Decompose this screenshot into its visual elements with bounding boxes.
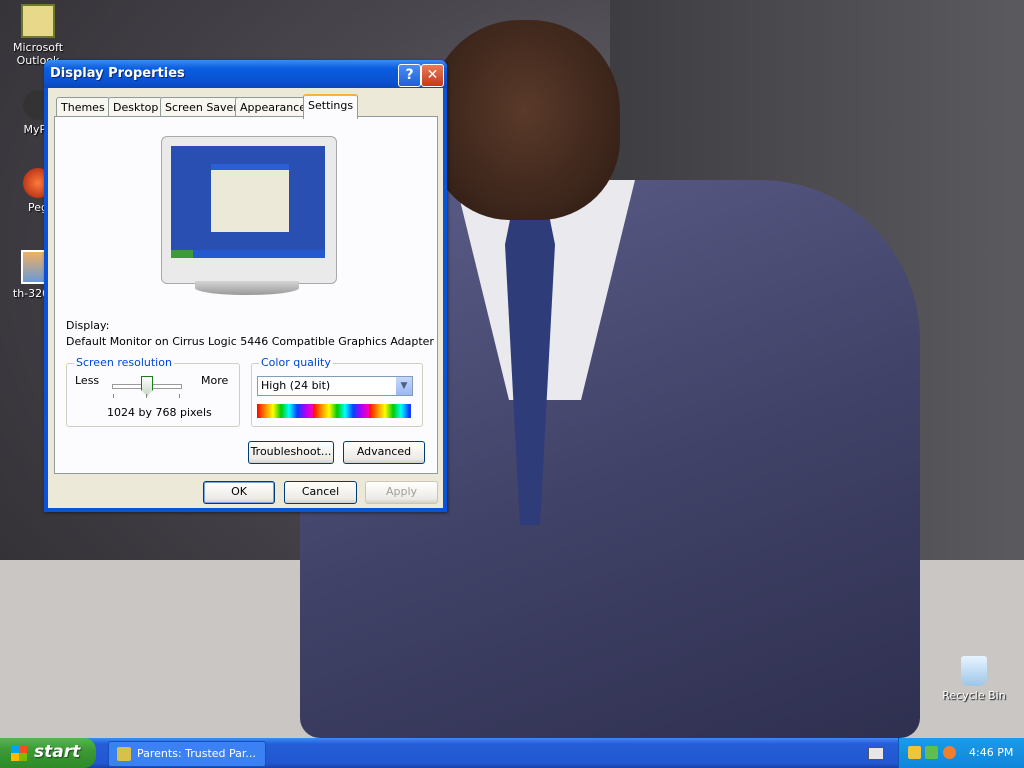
shield-icon[interactable] [908, 746, 921, 759]
apply-button[interactable]: Apply [365, 481, 438, 504]
dialog-client-area: Themes Desktop Screen Saver Appearance S… [48, 88, 443, 508]
color-quality-value: High (24 bit) [261, 379, 331, 392]
tab-themes[interactable]: Themes [56, 97, 110, 117]
title-bar[interactable]: Display Properties ? ✕ [44, 60, 447, 88]
ok-button[interactable]: OK [203, 481, 275, 504]
desktop-icon-label: Recycle Bin [942, 689, 1006, 702]
tab-settings[interactable]: Settings [303, 94, 359, 119]
slider-tick [146, 394, 147, 398]
color-quality-title: Color quality [259, 356, 333, 369]
resolution-slider-thumb[interactable] [141, 376, 153, 396]
taskbar-item-label: Parents: Trusted Par... [137, 747, 256, 760]
wallpaper-figure-head [430, 20, 620, 220]
desktop-icon-outlook[interactable]: Microsoft Outlook [0, 4, 76, 67]
resolution-value: 1024 by 768 pixels [107, 406, 212, 419]
settings-panel: Display: Default Monitor on Cirrus Logic… [54, 116, 438, 474]
start-label: start [34, 742, 81, 762]
display-properties-window: Display Properties ? ✕ Themes Desktop Sc… [44, 60, 447, 512]
resolution-more-label: More [201, 374, 229, 387]
recycle-bin-icon [961, 656, 987, 686]
tab-screen-saver[interactable]: Screen Saver [160, 97, 243, 117]
app-icon [117, 747, 131, 761]
keyboard-icon[interactable] [868, 747, 884, 760]
outlook-icon [21, 4, 55, 38]
help-button[interactable]: ? [398, 64, 421, 87]
preview-start [171, 250, 193, 258]
monitor-stand [195, 281, 299, 295]
cancel-button[interactable]: Cancel [284, 481, 357, 504]
troubleshoot-button[interactable]: Troubleshoot... [248, 441, 334, 464]
color-spectrum-bar [257, 404, 411, 418]
display-value: Default Monitor on Cirrus Logic 5446 Com… [66, 335, 434, 348]
windows-logo-icon [11, 745, 27, 761]
desktop-icon-recycle-bin[interactable]: Recycle Bin [936, 656, 1012, 702]
preview-window [211, 164, 289, 232]
tab-appearance[interactable]: Appearance [235, 97, 312, 117]
advanced-button[interactable]: Advanced [343, 441, 425, 464]
system-tray: 4:46 PM [898, 738, 1024, 768]
close-button[interactable]: ✕ [421, 64, 444, 87]
tab-desktop[interactable]: Desktop [108, 97, 164, 117]
display-label: Display: [66, 319, 110, 332]
slider-tick [179, 394, 180, 398]
start-button[interactable]: start [0, 738, 96, 768]
screen-resolution-group: Screen resolution Less More 1024 by 768 … [66, 356, 240, 427]
monitor-preview [161, 136, 337, 284]
window-title: Display Properties [50, 66, 185, 81]
preview-taskbar [171, 250, 325, 258]
network-icon[interactable] [925, 746, 938, 759]
taskbar: start Parents: Trusted Par... 4:46 PM [0, 738, 1024, 768]
resolution-less-label: Less [75, 374, 100, 387]
slider-tick [113, 394, 114, 398]
screen-resolution-title: Screen resolution [74, 356, 174, 369]
chevron-down-icon[interactable]: ▼ [396, 377, 412, 395]
search-icon[interactable] [943, 746, 956, 759]
color-quality-select[interactable]: High (24 bit) ▼ [257, 376, 413, 396]
monitor-screen [171, 146, 325, 258]
color-quality-group: Color quality High (24 bit) ▼ [251, 356, 423, 427]
taskbar-item[interactable]: Parents: Trusted Par... [108, 741, 266, 767]
clock[interactable]: 4:46 PM [969, 746, 1013, 759]
